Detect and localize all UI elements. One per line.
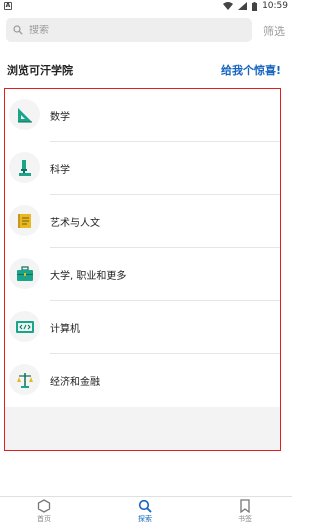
category-icon-bg xyxy=(9,99,40,130)
app-notification-icon: A xyxy=(4,2,12,10)
status-time: 10:59 xyxy=(262,1,288,11)
scroll-icon xyxy=(17,213,31,228)
nav-label: 首页 xyxy=(37,515,51,523)
battery-icon xyxy=(252,1,258,11)
list-footer-area xyxy=(5,407,280,450)
category-item-college-careers[interactable]: 大学, 职业和更多 xyxy=(5,248,280,301)
category-item-arts-humanities[interactable]: 艺术与人文 xyxy=(5,195,280,248)
nav-label: 探索 xyxy=(138,515,152,523)
category-item-economics-finance[interactable]: 经济和金融 xyxy=(5,354,280,407)
category-icon-bg xyxy=(9,258,40,289)
browse-header: 浏览可汗学院 给我个惊喜! xyxy=(0,60,292,80)
home-hexagon-icon xyxy=(37,499,51,513)
category-label: 大学, 职业和更多 xyxy=(50,271,127,282)
nav-tab-home[interactable]: 首页 xyxy=(14,499,74,532)
search-icon xyxy=(13,25,23,35)
wifi-icon xyxy=(223,2,234,10)
bookmark-icon xyxy=(240,499,250,513)
category-label: 科学 xyxy=(50,165,70,176)
signal-icon xyxy=(238,2,248,10)
microscope-icon xyxy=(18,159,31,176)
category-item-math[interactable]: 数学 xyxy=(5,89,280,142)
filter-button[interactable]: 筛选 xyxy=(263,23,285,39)
status-bar: A 10:59 xyxy=(0,0,292,12)
triangle-ruler-icon xyxy=(17,107,32,122)
category-label: 计算机 xyxy=(50,324,80,335)
category-list: 数学 科学 艺术与人文 大学, 职业和更多 计算机 经济和金融 xyxy=(4,88,281,451)
balance-scale-icon xyxy=(16,372,33,388)
category-icon-bg xyxy=(9,205,40,236)
nav-tab-bookmarks[interactable]: 书签 xyxy=(215,499,275,532)
category-label: 数学 xyxy=(50,112,70,123)
code-monitor-icon xyxy=(15,320,34,333)
category-item-science[interactable]: 科学 xyxy=(5,142,280,195)
category-icon-bg xyxy=(9,364,40,395)
search-row: 筛选 xyxy=(0,18,292,42)
page-title: 浏览可汗学院 xyxy=(7,64,73,77)
surprise-me-link[interactable]: 给我个惊喜! xyxy=(221,62,281,78)
bottom-navigation: 首页 探索 书签 xyxy=(0,496,292,532)
search-box[interactable] xyxy=(6,18,252,42)
category-label: 经济和金融 xyxy=(50,377,100,388)
search-input[interactable] xyxy=(29,24,229,36)
category-label: 艺术与人文 xyxy=(50,218,100,229)
category-item-computing[interactable]: 计算机 xyxy=(5,301,280,354)
nav-label: 书签 xyxy=(238,515,252,523)
category-icon-bg xyxy=(9,311,40,342)
briefcase-icon xyxy=(16,265,33,281)
search-icon xyxy=(138,499,152,513)
nav-tab-explore[interactable]: 探索 xyxy=(115,499,175,532)
category-icon-bg xyxy=(9,152,40,183)
